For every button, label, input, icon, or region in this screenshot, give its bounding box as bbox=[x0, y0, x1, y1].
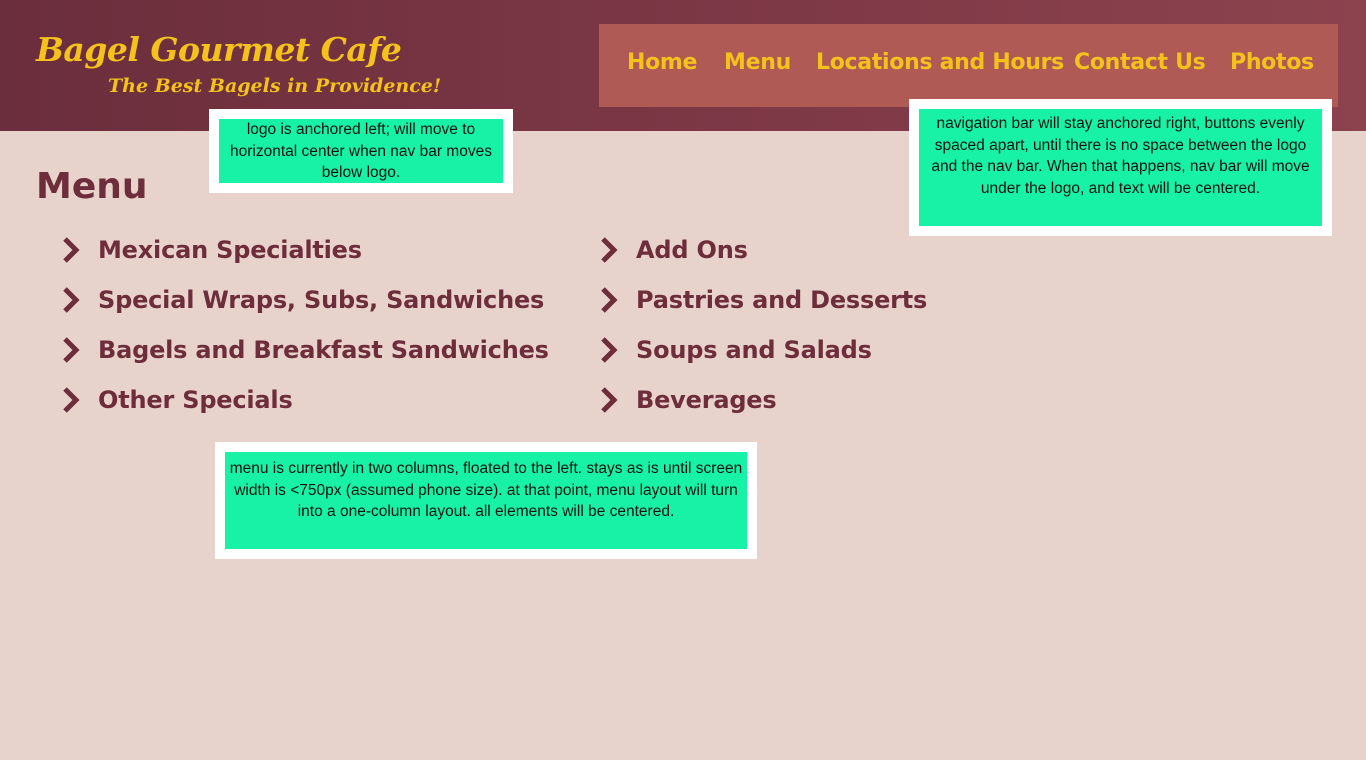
chevron-right-icon bbox=[63, 237, 80, 263]
logo-title[interactable]: Bagel Gourmet Cafe bbox=[36, 30, 402, 69]
nav-note: navigation bar will stay anchored right,… bbox=[909, 99, 1332, 236]
nav-locations-hours[interactable]: Locations and Hours bbox=[816, 50, 1064, 75]
menu-item-label: Bagels and Breakfast Sandwiches bbox=[98, 336, 549, 364]
nav-contact-us[interactable]: Contact Us bbox=[1074, 50, 1206, 75]
menu-item-label: Soups and Salads bbox=[636, 336, 872, 364]
chevron-right-icon bbox=[63, 287, 80, 313]
chevron-right-icon bbox=[601, 287, 618, 313]
nav-note-text: navigation bar will stay anchored right,… bbox=[919, 109, 1322, 226]
menu-item-mexican-specialties[interactable]: Mexican Specialties bbox=[60, 233, 362, 267]
nav-photos[interactable]: Photos bbox=[1230, 50, 1314, 75]
page-title: Menu bbox=[36, 166, 148, 207]
menu-item-special-wraps[interactable]: Special Wraps, Subs, Sandwiches bbox=[60, 283, 544, 317]
chevron-right-icon bbox=[601, 387, 618, 413]
chevron-right-icon bbox=[63, 337, 80, 363]
menu-item-label: Mexican Specialties bbox=[98, 236, 362, 264]
menu-item-add-ons[interactable]: Add Ons bbox=[598, 233, 748, 267]
menu-item-beverages[interactable]: Beverages bbox=[598, 383, 777, 417]
chevron-right-icon bbox=[63, 387, 80, 413]
menu-note: menu is currently in two columns, floate… bbox=[215, 442, 757, 559]
chevron-right-icon bbox=[601, 237, 618, 263]
logo-note: logo is anchored left; will move to hori… bbox=[209, 109, 513, 193]
menu-item-label: Beverages bbox=[636, 386, 777, 414]
menu-item-soups-salads[interactable]: Soups and Salads bbox=[598, 333, 872, 367]
menu-item-label: Add Ons bbox=[636, 236, 748, 264]
nav-menu[interactable]: Menu bbox=[724, 50, 791, 75]
menu-item-label: Other Specials bbox=[98, 386, 293, 414]
menu-note-text: menu is currently in two columns, floate… bbox=[225, 452, 747, 549]
menu-item-label: Pastries and Desserts bbox=[636, 286, 928, 314]
nav-bar: Home Menu Locations and Hours Contact Us… bbox=[599, 24, 1338, 107]
menu-item-other-specials[interactable]: Other Specials bbox=[60, 383, 293, 417]
chevron-right-icon bbox=[601, 337, 618, 363]
menu-item-pastries-desserts[interactable]: Pastries and Desserts bbox=[598, 283, 927, 317]
logo-tagline: The Best Bagels in Providence! bbox=[108, 75, 442, 97]
menu-item-bagels-breakfast[interactable]: Bagels and Breakfast Sandwiches bbox=[60, 333, 549, 367]
nav-home[interactable]: Home bbox=[627, 50, 697, 75]
menu-item-label: Special Wraps, Subs, Sandwiches bbox=[98, 286, 545, 314]
logo-note-text: logo is anchored left; will move to hori… bbox=[219, 119, 503, 183]
